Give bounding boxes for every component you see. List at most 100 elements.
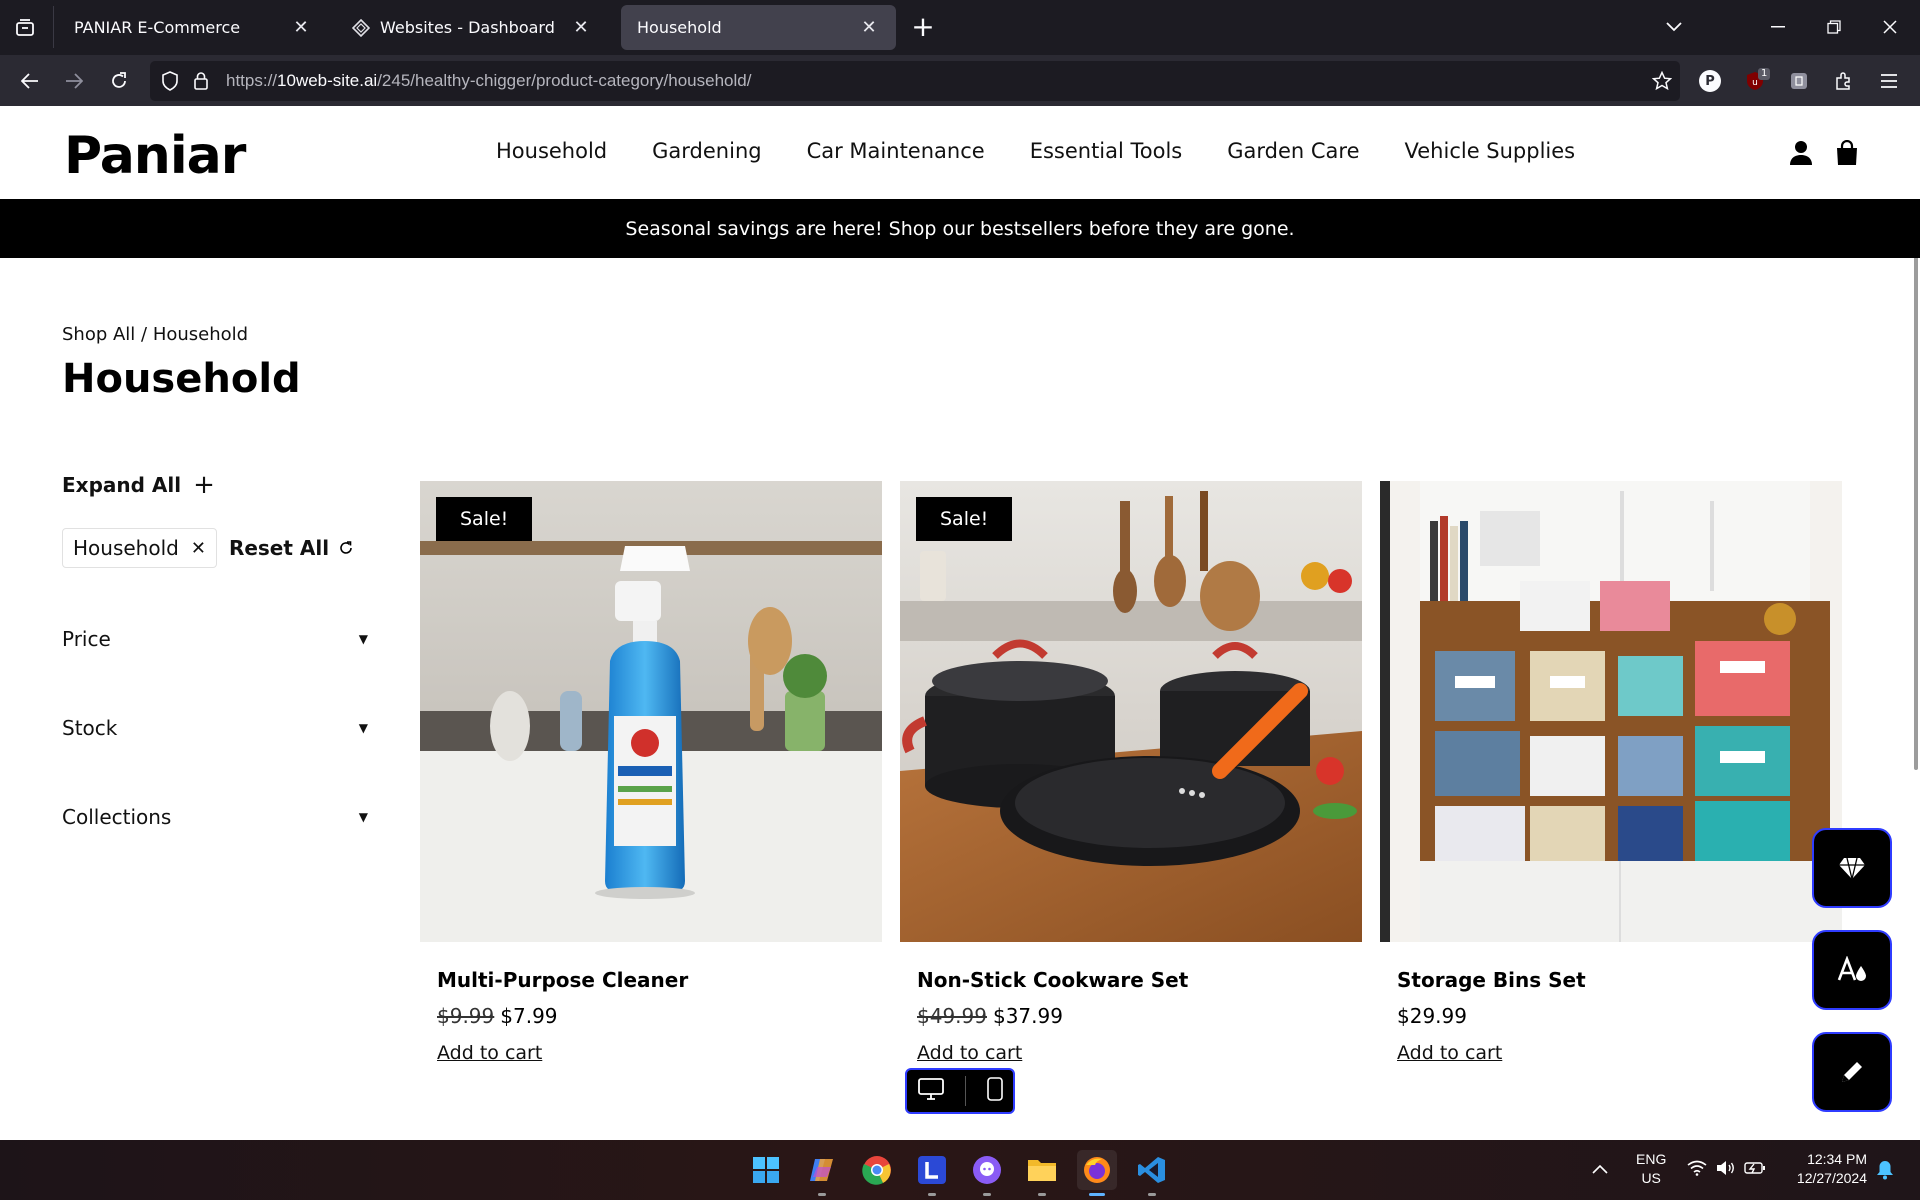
product-price: $49.99 $37.99 bbox=[917, 1004, 1362, 1028]
nav-vehicle-supplies[interactable]: Vehicle Supplies bbox=[1405, 139, 1576, 163]
github-icon[interactable] bbox=[967, 1150, 1007, 1196]
tab-separator bbox=[53, 6, 54, 48]
volume-icon[interactable] bbox=[1716, 1160, 1736, 1181]
breadcrumb-separator: / bbox=[135, 324, 153, 345]
tab-title: Household bbox=[637, 18, 722, 37]
close-icon[interactable]: ✕ bbox=[191, 538, 206, 559]
add-to-cart-link[interactable]: Add to cart bbox=[437, 1042, 542, 1064]
chrome-icon[interactable] bbox=[857, 1150, 897, 1190]
ublock-extension-icon[interactable]: u 1 bbox=[1738, 64, 1772, 98]
product-name[interactable]: Storage Bins Set bbox=[1397, 968, 1842, 992]
diamond-tool-icon[interactable] bbox=[1812, 828, 1892, 908]
battery-icon[interactable] bbox=[1744, 1160, 1766, 1181]
expand-all-label: Expand All bbox=[62, 473, 182, 497]
nav-car-maintenance[interactable]: Car Maintenance bbox=[807, 139, 985, 163]
site-logo[interactable]: Paniar bbox=[64, 126, 246, 186]
extension-p-icon[interactable]: P bbox=[1693, 64, 1727, 98]
l-app-icon[interactable] bbox=[912, 1150, 952, 1196]
url-prefix: https:// bbox=[226, 71, 278, 90]
new-tab-icon[interactable]: + bbox=[908, 12, 938, 42]
running-indicator bbox=[1038, 1193, 1046, 1196]
nav-essential-tools[interactable]: Essential Tools bbox=[1030, 139, 1183, 163]
restore-icon[interactable] bbox=[1814, 10, 1854, 44]
chevron-up-icon[interactable] bbox=[1592, 1161, 1608, 1179]
shield-icon[interactable] bbox=[161, 71, 179, 95]
menu-icon[interactable] bbox=[1872, 64, 1906, 98]
running-indicator bbox=[1148, 1193, 1156, 1196]
desktop-icon[interactable] bbox=[917, 1078, 944, 1104]
url-text[interactable]: https://10web-site.ai/245/healthy-chigge… bbox=[226, 71, 751, 91]
sale-badge: Sale! bbox=[436, 497, 533, 541]
current-price: $37.99 bbox=[992, 1004, 1063, 1028]
windows-start-icon[interactable] bbox=[746, 1150, 786, 1190]
address-bar[interactable]: https://10web-site.ai/245/healthy-chigge… bbox=[150, 61, 1680, 101]
browser-tab[interactable]: PANIAR E-Commerce ✕ bbox=[58, 5, 328, 50]
breadcrumb: Shop All / Household bbox=[62, 324, 248, 345]
style-tool-icon[interactable] bbox=[1812, 930, 1892, 1010]
running-indicator bbox=[983, 1193, 991, 1196]
facet-stock[interactable]: Stock ▼ bbox=[62, 683, 368, 772]
language-indicator[interactable]: ENG US bbox=[1636, 1150, 1666, 1188]
back-icon[interactable] bbox=[13, 64, 47, 98]
url-path: /245/healthy-chigger/product-category/ho… bbox=[377, 71, 752, 90]
copilot-icon[interactable] bbox=[802, 1150, 842, 1196]
product-image-cookware[interactable]: Sale! bbox=[900, 481, 1362, 942]
region-code: US bbox=[1641, 1170, 1661, 1186]
tab-title: Websites - Dashboard bbox=[380, 18, 555, 37]
close-window-icon[interactable] bbox=[1870, 10, 1910, 44]
breadcrumb-shop-all[interactable]: Shop All bbox=[62, 324, 135, 345]
chevron-down-icon: ▼ bbox=[358, 631, 368, 646]
cart-bag-icon[interactable] bbox=[1832, 138, 1862, 168]
mobile-icon[interactable] bbox=[986, 1077, 1003, 1105]
forward-icon[interactable] bbox=[57, 64, 91, 98]
edit-pencil-icon[interactable] bbox=[1812, 1032, 1892, 1112]
active-filters: Household ✕ Reset All bbox=[62, 528, 372, 568]
current-price: $7.99 bbox=[500, 1004, 558, 1028]
minimize-icon[interactable] bbox=[1758, 10, 1798, 44]
tab-title: PANIAR E-Commerce bbox=[74, 18, 241, 37]
firefox-icon[interactable] bbox=[1077, 1150, 1117, 1196]
reload-icon[interactable] bbox=[102, 64, 136, 98]
extensions-icon[interactable] bbox=[1827, 64, 1861, 98]
file-explorer-icon[interactable] bbox=[1022, 1150, 1062, 1196]
product-name[interactable]: Multi-Purpose Cleaner bbox=[437, 968, 882, 992]
browser-tab-active[interactable]: Household ✕ bbox=[621, 5, 896, 50]
filter-chip-label: Household bbox=[73, 536, 179, 560]
nav-household[interactable]: Household bbox=[496, 139, 607, 163]
expand-all-button[interactable]: Expand All + bbox=[62, 470, 372, 500]
system-clock[interactable]: 12:34 PM 12/27/2024 bbox=[1780, 1150, 1867, 1188]
breadcrumb-current: Household bbox=[152, 324, 249, 345]
extension-puzzle-gray-icon[interactable] bbox=[1782, 64, 1816, 98]
close-icon[interactable]: ✕ bbox=[858, 17, 880, 39]
filter-chip-household[interactable]: Household ✕ bbox=[62, 528, 217, 568]
close-icon[interactable]: ✕ bbox=[570, 17, 592, 39]
product-image-storage-bins[interactable] bbox=[1380, 481, 1842, 942]
facet-collections[interactable]: Collections ▼ bbox=[62, 772, 368, 861]
windows-taskbar: ENG US 12:34 PM 12/27/2024 bbox=[0, 1140, 1920, 1200]
reset-all-button[interactable]: Reset All bbox=[229, 536, 353, 560]
facet-label: Price bbox=[62, 626, 111, 651]
facet-list: Price ▼ Stock ▼ Collections ▼ bbox=[62, 594, 372, 861]
wifi-icon[interactable] bbox=[1687, 1160, 1707, 1181]
product-image-cleaner[interactable]: Sale! bbox=[420, 481, 882, 942]
site-header: Paniar Household Gardening Car Maintenan… bbox=[0, 106, 1920, 199]
nav-garden-care[interactable]: Garden Care bbox=[1227, 139, 1359, 163]
browser-tab[interactable]: Websites - Dashboard ✕ bbox=[336, 5, 608, 50]
facet-price[interactable]: Price ▼ bbox=[62, 594, 368, 683]
vscode-icon[interactable] bbox=[1132, 1150, 1172, 1196]
extension-p-label: P bbox=[1699, 70, 1721, 92]
main-nav: Household Gardening Car Maintenance Esse… bbox=[496, 139, 1575, 163]
account-icon[interactable] bbox=[1786, 138, 1816, 168]
facet-label: Collections bbox=[62, 804, 172, 829]
close-icon[interactable]: ✕ bbox=[290, 17, 312, 39]
notification-bell-icon[interactable] bbox=[1876, 1160, 1894, 1185]
add-to-cart-link[interactable]: Add to cart bbox=[1397, 1042, 1502, 1064]
add-to-cart-link[interactable]: Add to cart bbox=[917, 1042, 1022, 1064]
bookmark-star-icon[interactable] bbox=[1645, 64, 1679, 98]
lock-icon[interactable] bbox=[193, 71, 209, 95]
chevron-down-icon[interactable] bbox=[1654, 10, 1694, 44]
tab-list-icon[interactable] bbox=[10, 14, 40, 42]
product-name[interactable]: Non-Stick Cookware Set bbox=[917, 968, 1362, 992]
nav-gardening[interactable]: Gardening bbox=[652, 139, 761, 163]
diamond-icon bbox=[351, 18, 371, 37]
